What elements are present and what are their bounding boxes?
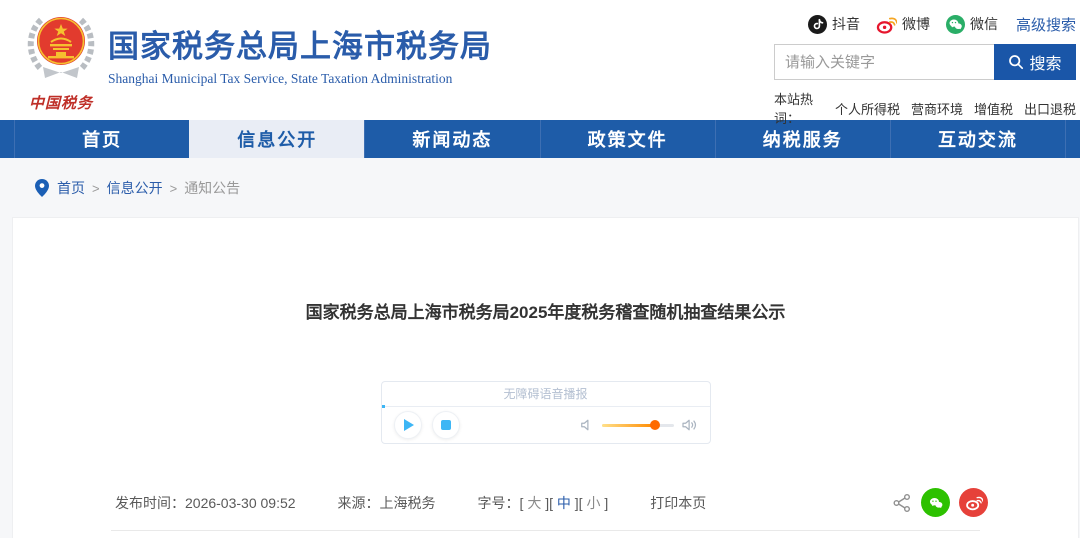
breadcrumb-home[interactable]: 首页	[57, 178, 85, 198]
font-size-label: 字号：	[478, 495, 520, 511]
volume-high-icon	[682, 418, 698, 432]
breadcrumb-current: 通知公告	[184, 178, 240, 198]
share-group	[892, 488, 988, 517]
audio-player-title: 无障碍语音播报	[382, 382, 710, 407]
font-size-control: 字号：[ 大 ][ 中 ][ 小 ]	[478, 493, 609, 513]
breadcrumb-info-disclosure[interactable]: 信息公开	[107, 178, 163, 198]
wechat-icon	[946, 15, 965, 34]
font-size-large[interactable]: [ 大 ]	[520, 495, 550, 511]
douyin-link[interactable]: 抖音	[808, 14, 860, 34]
hot-word-link[interactable]: 营商环境	[911, 99, 963, 118]
breadcrumb-separator: >	[170, 181, 178, 196]
source-label: 来源：	[338, 495, 380, 511]
hot-word-link[interactable]: 增值税	[974, 99, 1013, 118]
volume-control	[580, 418, 698, 432]
stop-icon	[441, 420, 451, 430]
site-title-block: 国家税务总局上海市税务局 Shanghai Municipal Tax Serv…	[108, 30, 492, 87]
search-button-label: 搜索	[1029, 50, 1061, 74]
publish-time-value: 2026-03-30 09:52	[185, 495, 296, 511]
weibo-link[interactable]: 微博	[876, 14, 930, 34]
volume-thumb[interactable]	[650, 420, 660, 430]
audio-player-controls	[382, 407, 710, 443]
article-source: 来源：上海税务	[338, 493, 436, 513]
douyin-icon	[808, 15, 827, 34]
article-card: 国家税务总局上海市税务局2025年度税务稽查随机抽查结果公示 无障碍语音播报	[13, 218, 1078, 538]
hot-words-label: 本站热词：	[774, 89, 827, 127]
share-icon[interactable]	[892, 493, 912, 513]
breadcrumb-separator: >	[92, 181, 100, 196]
weibo-share-icon	[965, 494, 983, 511]
breadcrumb: 首页 > 信息公开 > 通知公告	[0, 158, 1080, 218]
site-logo[interactable]: 中国税务	[20, 12, 102, 113]
search-input[interactable]	[774, 44, 994, 80]
share-wechat-button[interactable]	[921, 488, 950, 517]
hot-word-link[interactable]: 出口退税	[1024, 99, 1076, 118]
font-size-medium[interactable]: [ 中 ]	[549, 495, 579, 511]
location-pin-icon	[35, 179, 49, 197]
publish-time-label: 发布时间：	[115, 495, 185, 511]
audio-player: 无障碍语音播报	[381, 381, 711, 444]
site-title: 国家税务总局上海市税务局	[108, 30, 492, 64]
volume-low-icon	[580, 418, 594, 432]
weibo-label: 微博	[902, 14, 930, 34]
nav-tab-policy[interactable]: 政策文件	[540, 120, 715, 158]
font-size-small[interactable]: [ 小 ]	[579, 495, 609, 511]
site-subtitle: Shanghai Municipal Tax Service, State Ta…	[108, 71, 492, 87]
nav-tab-info-disclosure[interactable]: 信息公开	[189, 120, 364, 158]
wechat-share-icon	[927, 494, 945, 512]
play-icon	[404, 419, 414, 431]
tax-emblem-icon	[23, 12, 99, 86]
publish-time: 发布时间：2026-03-30 09:52	[115, 493, 296, 513]
site-header: 中国税务 国家税务总局上海市税务局 Shanghai Municipal Tax…	[0, 0, 1080, 120]
nav-tab-home[interactable]: 首页	[14, 120, 189, 158]
share-weibo-button[interactable]	[959, 488, 988, 517]
hot-words: 本站热词： 个人所得税 营商环境 增值税 出口退税	[774, 89, 1076, 127]
nav-tab-news[interactable]: 新闻动态	[364, 120, 539, 158]
logo-caption: 中国税务	[20, 92, 102, 113]
source-value: 上海税务	[380, 495, 436, 511]
weibo-icon	[876, 15, 897, 34]
bottom-divider	[111, 530, 980, 531]
header-right: 抖音 微博	[774, 13, 1076, 127]
content-area: 首页 > 信息公开 > 通知公告 国家税务总局上海市税务局2025年度税务稽查随…	[0, 158, 1080, 538]
article-meta: 发布时间：2026-03-30 09:52 来源：上海税务 字号：[ 大 ][ …	[13, 488, 1078, 517]
search-button[interactable]: 搜索	[994, 44, 1076, 80]
search-icon	[1008, 54, 1024, 70]
hot-word-link[interactable]: 个人所得税	[835, 99, 900, 118]
douyin-label: 抖音	[832, 14, 860, 34]
print-page-link[interactable]: 打印本页	[650, 493, 706, 513]
play-button[interactable]	[394, 411, 422, 439]
wechat-label: 微信	[970, 14, 998, 34]
volume-fill	[602, 424, 655, 427]
advanced-search-link[interactable]: 高级搜索	[1016, 14, 1076, 35]
wechat-link[interactable]: 微信	[946, 14, 998, 34]
search-bar: 搜索	[774, 44, 1076, 80]
stop-button[interactable]	[432, 411, 460, 439]
volume-slider[interactable]	[602, 424, 674, 427]
social-row: 抖音 微博	[774, 13, 1076, 35]
article-title: 国家税务总局上海市税务局2025年度税务稽查随机抽查结果公示	[13, 218, 1078, 323]
